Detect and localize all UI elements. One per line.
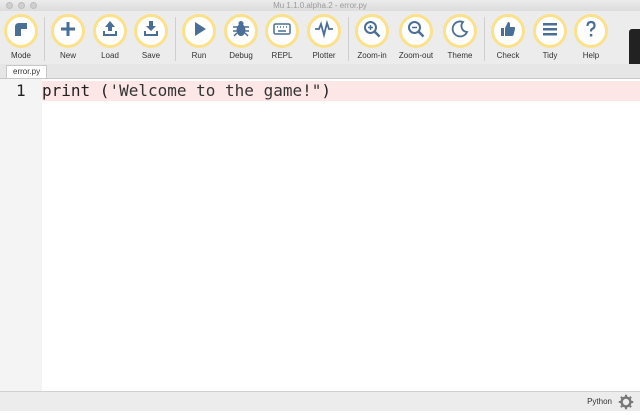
theme-label: Theme (447, 51, 473, 60)
code-token-string: 'Welcome to the game!" (109, 81, 322, 100)
window-title: Mu 1.1.0.alpha.2 - error.py (273, 1, 367, 10)
code-token-call: print ( (42, 81, 110, 100)
plotter-button[interactable]: Plotter (303, 14, 345, 64)
tab-bar: error.py (0, 64, 640, 79)
pulse-icon (314, 19, 334, 44)
moon-icon (450, 19, 470, 44)
code-editor[interactable]: 1 print ('Welcome to the game!") (0, 79, 640, 391)
code-line-error[interactable]: print ('Welcome to the game!") (42, 81, 640, 101)
mode-button[interactable]: Mode (0, 14, 42, 64)
bug-icon (231, 19, 251, 44)
tab-error-py[interactable]: error.py (6, 65, 48, 78)
mode-indicator: Python (587, 397, 612, 406)
help-label: Help (582, 51, 600, 60)
download-icon (141, 19, 161, 44)
gear-icon[interactable] (618, 394, 634, 410)
line-number: 1 (16, 81, 26, 100)
help-button[interactable]: Help (570, 14, 612, 64)
line-number-gutter: 1 (0, 79, 42, 391)
code-token-close-paren: ) (321, 81, 331, 100)
plus-icon (58, 19, 78, 44)
zoom-in-button[interactable]: Zoom-in (351, 14, 393, 64)
title-bar: Mu 1.1.0.alpha.2 - error.py (0, 0, 640, 11)
thumbs-up-icon (498, 19, 518, 44)
zoom-in-icon (362, 19, 382, 44)
save-label: Save (141, 51, 161, 60)
keyboard-icon (272, 19, 292, 44)
toolbar: Mode New Load Save Run Debug REPL Plotte… (0, 11, 640, 71)
status-bar: Python (0, 391, 640, 411)
mode-icon (11, 19, 31, 44)
question-icon (581, 19, 601, 44)
zoom-out-icon (406, 19, 426, 44)
play-icon (189, 19, 209, 44)
lines-icon (540, 19, 560, 44)
theme-button[interactable]: Theme (439, 14, 481, 64)
upload-icon (100, 19, 120, 44)
save-button[interactable]: Save (130, 14, 172, 64)
plotter-label: Plotter (312, 51, 336, 60)
zoom-out-button[interactable]: Zoom-out (395, 14, 437, 64)
